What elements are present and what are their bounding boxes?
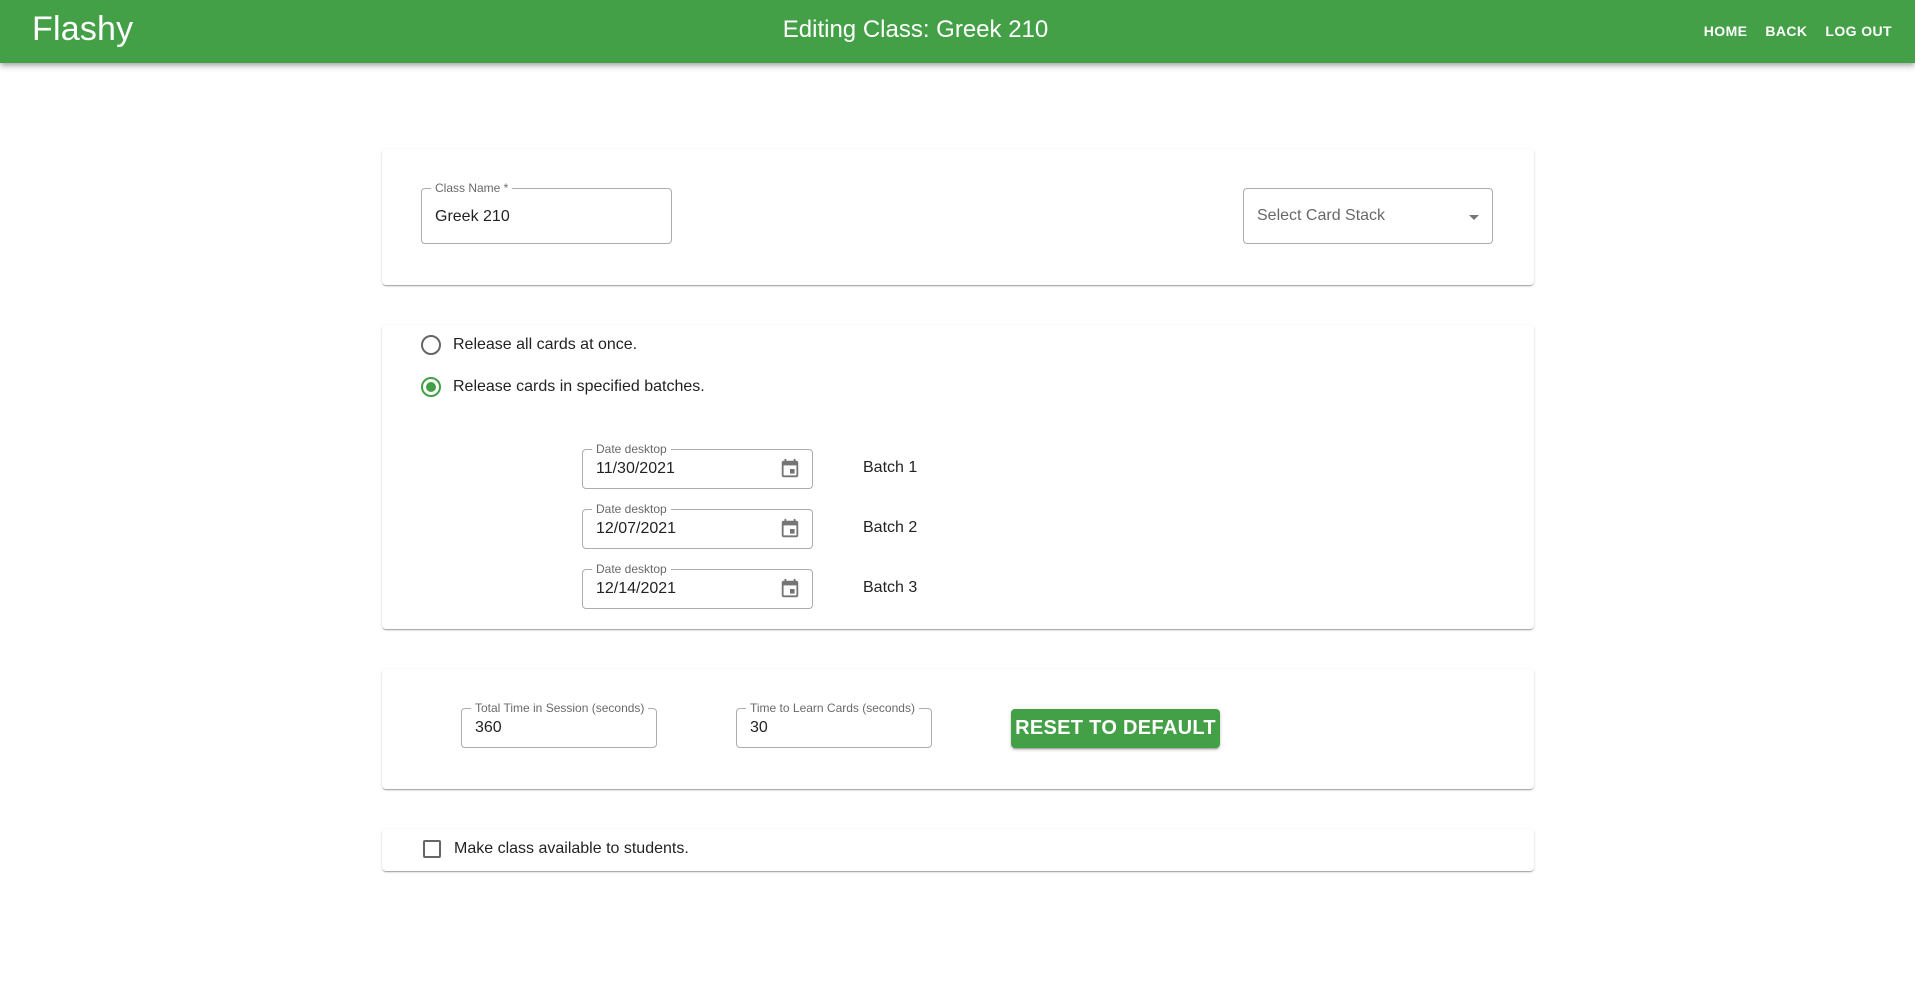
logout-button[interactable]: LOG OUT <box>1816 17 1901 45</box>
learn-time-field[interactable]: Time to Learn Cards (seconds) 30 <box>736 701 932 748</box>
class-info-card: Class Name * Greek 210 Select Card Stack <box>382 149 1534 285</box>
availability-checkbox[interactable] <box>423 840 441 858</box>
batch-2-date-label: Date desktop <box>592 502 671 516</box>
batch-2-label: Batch 2 <box>863 519 918 536</box>
arrow-drop-down-icon <box>1469 215 1479 220</box>
class-name-label: Class Name * <box>431 181 513 195</box>
top-nav: HOME BACK LOG OUT <box>1695 17 1901 45</box>
batch-1-date-field[interactable]: Date desktop 11/30/2021 <box>582 442 813 489</box>
batch-2-date-input[interactable]: 12/07/2021 <box>596 520 676 538</box>
class-name-field[interactable]: Class Name * Greek 210 <box>421 181 672 244</box>
batch-2-date-field[interactable]: Date desktop 12/07/2021 <box>582 502 813 549</box>
batch-1-label: Batch 1 <box>863 459 918 476</box>
availability-option[interactable]: Make class available to students. <box>423 840 689 858</box>
batch-1-date-input[interactable]: 11/30/2021 <box>596 460 675 478</box>
page-title: Editing Class: Greek 210 <box>782 16 1049 43</box>
timing-card: Total Time in Session (seconds) 360 Time… <box>382 669 1534 789</box>
calendar-icon[interactable] <box>779 458 801 480</box>
batch-1-date-label: Date desktop <box>592 442 671 456</box>
release-all-option[interactable]: Release all cards at once. <box>421 335 637 355</box>
back-button[interactable]: BACK <box>1756 17 1816 45</box>
total-time-label: Total Time in Session (seconds) <box>471 701 649 715</box>
release-batches-option[interactable]: Release cards in specified batches. <box>421 377 705 397</box>
release-batches-radio[interactable] <box>421 377 441 397</box>
total-time-input[interactable]: 360 <box>475 719 502 737</box>
batch-3-date-field[interactable]: Date desktop 12/14/2021 <box>582 562 813 609</box>
release-all-radio[interactable] <box>421 335 441 355</box>
learn-time-label: Time to Learn Cards (seconds) <box>746 701 919 715</box>
calendar-icon[interactable] <box>779 578 801 600</box>
release-all-label: Release all cards at once. <box>453 336 638 353</box>
calendar-icon[interactable] <box>779 518 801 540</box>
batch-3-date-input[interactable]: 12/14/2021 <box>596 580 676 598</box>
availability-label: Make class available to students. <box>454 840 689 857</box>
learn-time-input[interactable]: 30 <box>750 719 768 737</box>
class-name-input[interactable]: Greek 210 <box>435 208 510 226</box>
availability-card: Make class available to students. <box>382 829 1534 871</box>
total-time-field[interactable]: Total Time in Session (seconds) 360 <box>461 701 657 748</box>
batch-3-label: Batch 3 <box>863 579 918 596</box>
card-stack-select[interactable]: Select Card Stack <box>1243 188 1493 244</box>
home-button[interactable]: HOME <box>1695 17 1757 45</box>
app-bar: Flashy Editing Class: Greek 210 HOME BAC… <box>0 0 1915 63</box>
card-stack-placeholder: Select Card Stack <box>1257 207 1386 224</box>
release-options-card: Release all cards at once. Release cards… <box>382 325 1534 629</box>
batch-3-date-label: Date desktop <box>592 562 671 576</box>
reset-to-default-button[interactable]: RESET TO DEFAULT <box>1011 709 1220 748</box>
release-batches-label: Release cards in specified batches. <box>453 378 705 395</box>
